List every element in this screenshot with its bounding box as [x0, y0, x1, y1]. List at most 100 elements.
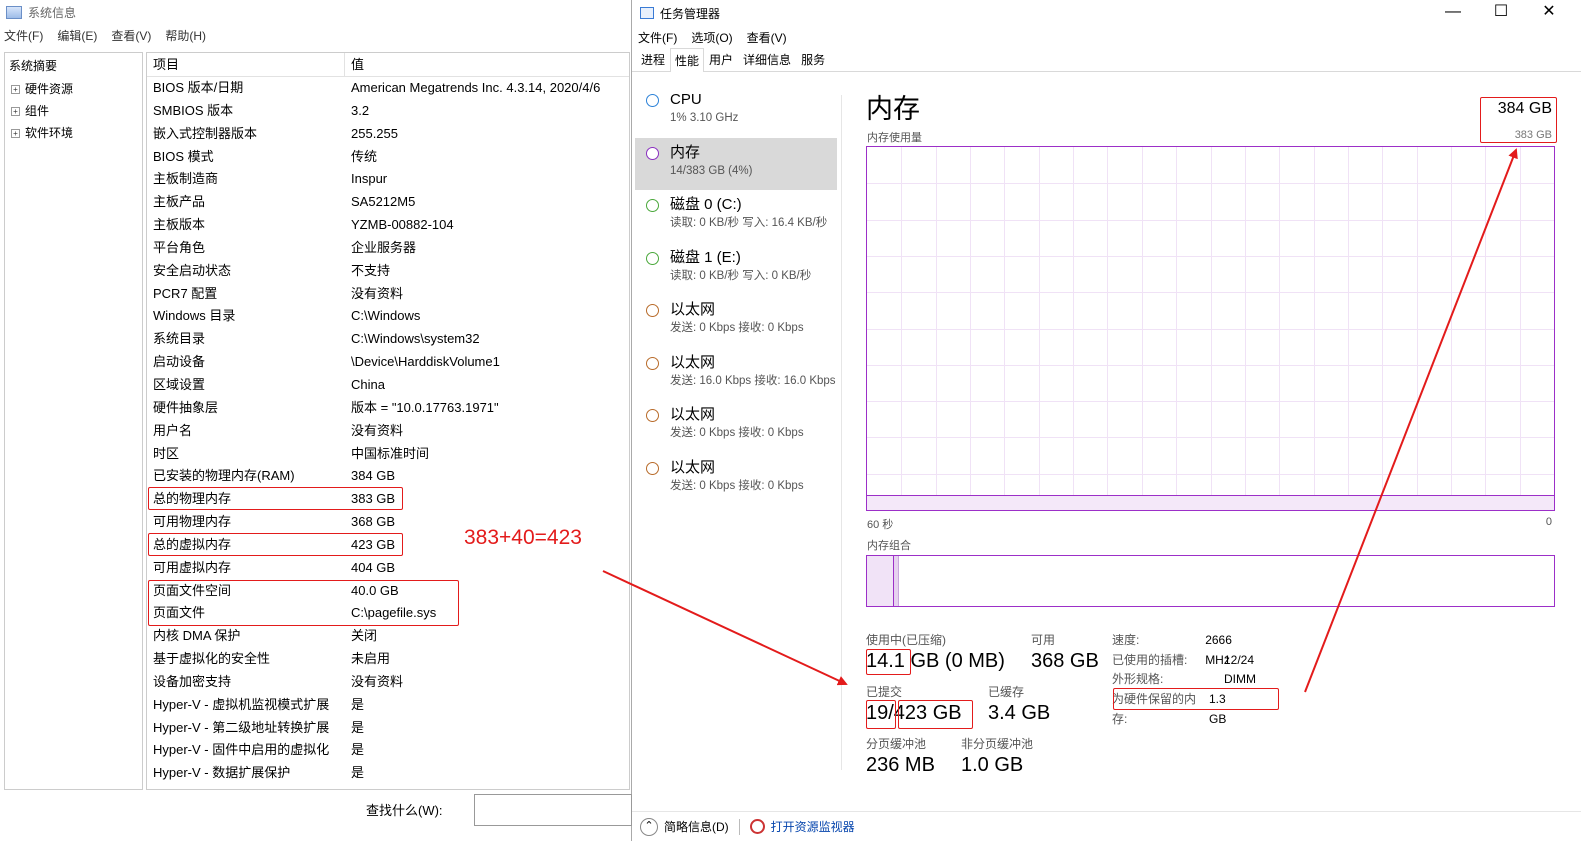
- window-controls: — ☐ ✕: [1429, 0, 1573, 26]
- table-row[interactable]: 已安装的物理内存(RAM) 384 GB: [147, 465, 629, 488]
- resource-item[interactable]: 以太网 发送: 16.0 Kbps 接收: 16.0 Kbps: [632, 348, 842, 401]
- table-row[interactable]: Hyper-V - 固件中启用的虚拟化 是: [147, 739, 629, 762]
- table-row[interactable]: 安全启动状态 不支持: [147, 260, 629, 283]
- task-manager-window: 任务管理器 — ☐ ✕ 文件(F) 选项(O) 查看(V) 进程 性能 用户 详…: [632, 0, 1581, 841]
- close-icon[interactable]: ✕: [1525, 0, 1573, 26]
- maximize-icon[interactable]: ☐: [1477, 0, 1525, 26]
- menu-view[interactable]: 查看(V): [111, 27, 151, 44]
- memory-total-small: 383 GB: [1514, 129, 1552, 141]
- menu-options[interactable]: 选项(O): [691, 29, 732, 46]
- menu-edit[interactable]: 编辑(E): [57, 27, 97, 44]
- row-value: China: [351, 376, 385, 392]
- table-row[interactable]: 主板版本 YZMB-00882-104: [147, 214, 629, 237]
- grid-line: [1210, 147, 1212, 510]
- row-value: 404 GB: [351, 559, 396, 575]
- grid-line: [1244, 147, 1246, 510]
- tree-item-system-summary[interactable]: 系统摘要: [5, 56, 142, 78]
- row-value: 未启用: [351, 651, 391, 667]
- expand-plus-icon[interactable]: +: [11, 106, 20, 116]
- table-row[interactable]: 主板制造商 Inspur: [147, 168, 629, 191]
- table-row[interactable]: 页面文件 C:\pagefile.sys: [147, 602, 629, 625]
- table-row[interactable]: 设备加密支持 没有资料: [147, 671, 629, 694]
- resource-name: 以太网: [670, 458, 716, 476]
- table-row[interactable]: 页面文件空间 40.0 GB: [147, 580, 629, 603]
- table-row[interactable]: BIOS 模式 传统: [147, 146, 629, 169]
- graph-axis-right: 0: [1545, 516, 1552, 528]
- resource-item[interactable]: 磁盘 1 (E:) 读取: 0 KB/秒 写入: 0 KB/秒: [632, 243, 842, 296]
- resource-name: 磁盘 1 (E:): [670, 248, 741, 266]
- tree-item-label: 软件环境: [25, 126, 74, 140]
- resource-item[interactable]: 以太网 发送: 0 Kbps 接收: 0 Kbps: [632, 453, 842, 506]
- resource-item[interactable]: 内存 14/383 GB (4%): [635, 137, 837, 190]
- table-row[interactable]: PCR7 配置 没有资料: [147, 283, 629, 306]
- table-row[interactable]: 启动设备 \Device\HarddiskVolume1: [147, 351, 629, 374]
- tab-processes[interactable]: 进程: [636, 47, 670, 71]
- tab-performance[interactable]: 性能: [670, 48, 705, 72]
- usage-fill: [867, 495, 1554, 510]
- resource-item[interactable]: 磁盘 0 (C:) 读取: 0 KB/秒 写入: 16.4 KB/秒: [632, 190, 842, 243]
- detail-hardware-reserved: 为硬件保留的内存: 1.3 GB: [1112, 689, 1241, 729]
- open-resource-monitor-link[interactable]: 打开资源监视器: [771, 818, 855, 835]
- resource-monitor-icon[interactable]: [749, 819, 765, 834]
- tree-item-hardware-resources[interactable]: + 硬件资源: [5, 78, 142, 100]
- list-header: 项目 值: [147, 53, 629, 77]
- menu-view[interactable]: 查看(V): [747, 29, 787, 46]
- table-row[interactable]: Windows 目录 C:\Windows: [147, 305, 629, 328]
- memory-total-big: 384 GB: [1497, 100, 1552, 117]
- table-row[interactable]: 硬件抽象层 版本 = "10.0.17763.1971": [147, 397, 629, 420]
- expand-plus-icon[interactable]: +: [11, 84, 20, 94]
- table-row[interactable]: Hyper-V - 第二级地址转换扩展 是: [147, 717, 629, 740]
- resource-sub: 发送: 0 Kbps 接收: 0 Kbps: [670, 427, 804, 439]
- list-body: BIOS 版本/日期 American Megatrends Inc. 4.3.1…: [147, 77, 629, 785]
- detail-key: 为硬件保留的内存:: [1112, 692, 1197, 726]
- memory-composition-bar: [866, 555, 1555, 607]
- expand-plus-icon[interactable]: +: [11, 128, 20, 138]
- row-value: 版本 = "10.0.17763.1971": [351, 399, 499, 415]
- menu-file[interactable]: 文件(F): [638, 29, 677, 46]
- find-label: 查找什么(W):: [366, 803, 443, 818]
- tree-item-label: 硬件资源: [25, 82, 74, 96]
- sysinfo-titlebar: 系统信息: [0, 0, 631, 24]
- row-item: 设备加密支持: [153, 673, 232, 689]
- table-row[interactable]: 嵌入式控制器版本 255.255: [147, 123, 629, 146]
- menu-file[interactable]: 文件(F): [4, 27, 43, 44]
- table-row[interactable]: 基于虚拟化的安全性 未启用: [147, 648, 629, 671]
- table-row[interactable]: 可用虚拟内存 404 GB: [147, 557, 629, 580]
- row-value: 没有资料: [351, 673, 404, 689]
- menu-help[interactable]: 帮助(H): [165, 27, 206, 44]
- table-row[interactable]: 总的物理内存 383 GB: [147, 488, 629, 511]
- table-row[interactable]: 区域设置 China: [147, 374, 629, 397]
- resource-item[interactable]: CPU 1% 3.10 GHz: [632, 85, 842, 138]
- tab-services[interactable]: 服务: [796, 47, 830, 71]
- tab-users[interactable]: 用户: [704, 47, 738, 71]
- table-row[interactable]: 时区 中国标准时间: [147, 443, 629, 466]
- row-value: YZMB-00882-104: [351, 217, 454, 233]
- table-row[interactable]: Hyper-V - 数据扩展保护 是: [147, 762, 629, 785]
- find-input[interactable]: [474, 794, 632, 826]
- detail-value: DIMM: [1224, 672, 1256, 686]
- table-row[interactable]: 系统目录 C:\Windows\system32: [147, 328, 629, 351]
- table-row[interactable]: 用户名 没有资料: [147, 420, 629, 443]
- resource-name: 以太网: [670, 406, 716, 423]
- column-header-value[interactable]: 值: [345, 53, 364, 76]
- table-row[interactable]: Hyper-V - 虚拟机监视模式扩展 是: [147, 694, 629, 717]
- stat-value: 3.4 GB: [988, 702, 1051, 724]
- tree-item-software-environment[interactable]: + 软件环境: [5, 122, 142, 144]
- table-row[interactable]: 主板产品 SA5212M5: [147, 191, 629, 214]
- table-row[interactable]: 平台角色 企业服务器: [147, 237, 629, 260]
- minimize-icon[interactable]: —: [1429, 0, 1477, 26]
- sysinfo-menubar: 文件(F) 编辑(E) 查看(V) 帮助(H): [0, 24, 631, 46]
- table-row[interactable]: BIOS 版本/日期 American Megatrends Inc. 4.3.1…: [147, 77, 629, 100]
- table-row[interactable]: 内核 DMA 保护 关闭: [147, 625, 629, 648]
- stat-value: 236 MB: [866, 754, 935, 776]
- chevron-up-icon[interactable]: ⌃: [640, 817, 658, 836]
- column-header-item[interactable]: 项目: [147, 53, 345, 76]
- resource-name: CPU: [670, 91, 702, 108]
- resource-item[interactable]: 以太网 发送: 0 Kbps 接收: 0 Kbps: [632, 295, 842, 348]
- table-row[interactable]: SMBIOS 版本 3.2: [147, 100, 629, 123]
- resource-item[interactable]: 以太网发送: 0 Kbps 接收: 0 Kbps: [632, 400, 842, 453]
- tree-item-components[interactable]: + 组件: [5, 100, 142, 122]
- fewer-details-button[interactable]: 简略信息(D): [664, 818, 729, 835]
- stat-cached: 已缓存 3.4 GB: [988, 684, 1050, 726]
- tab-details[interactable]: 详细信息: [738, 47, 796, 71]
